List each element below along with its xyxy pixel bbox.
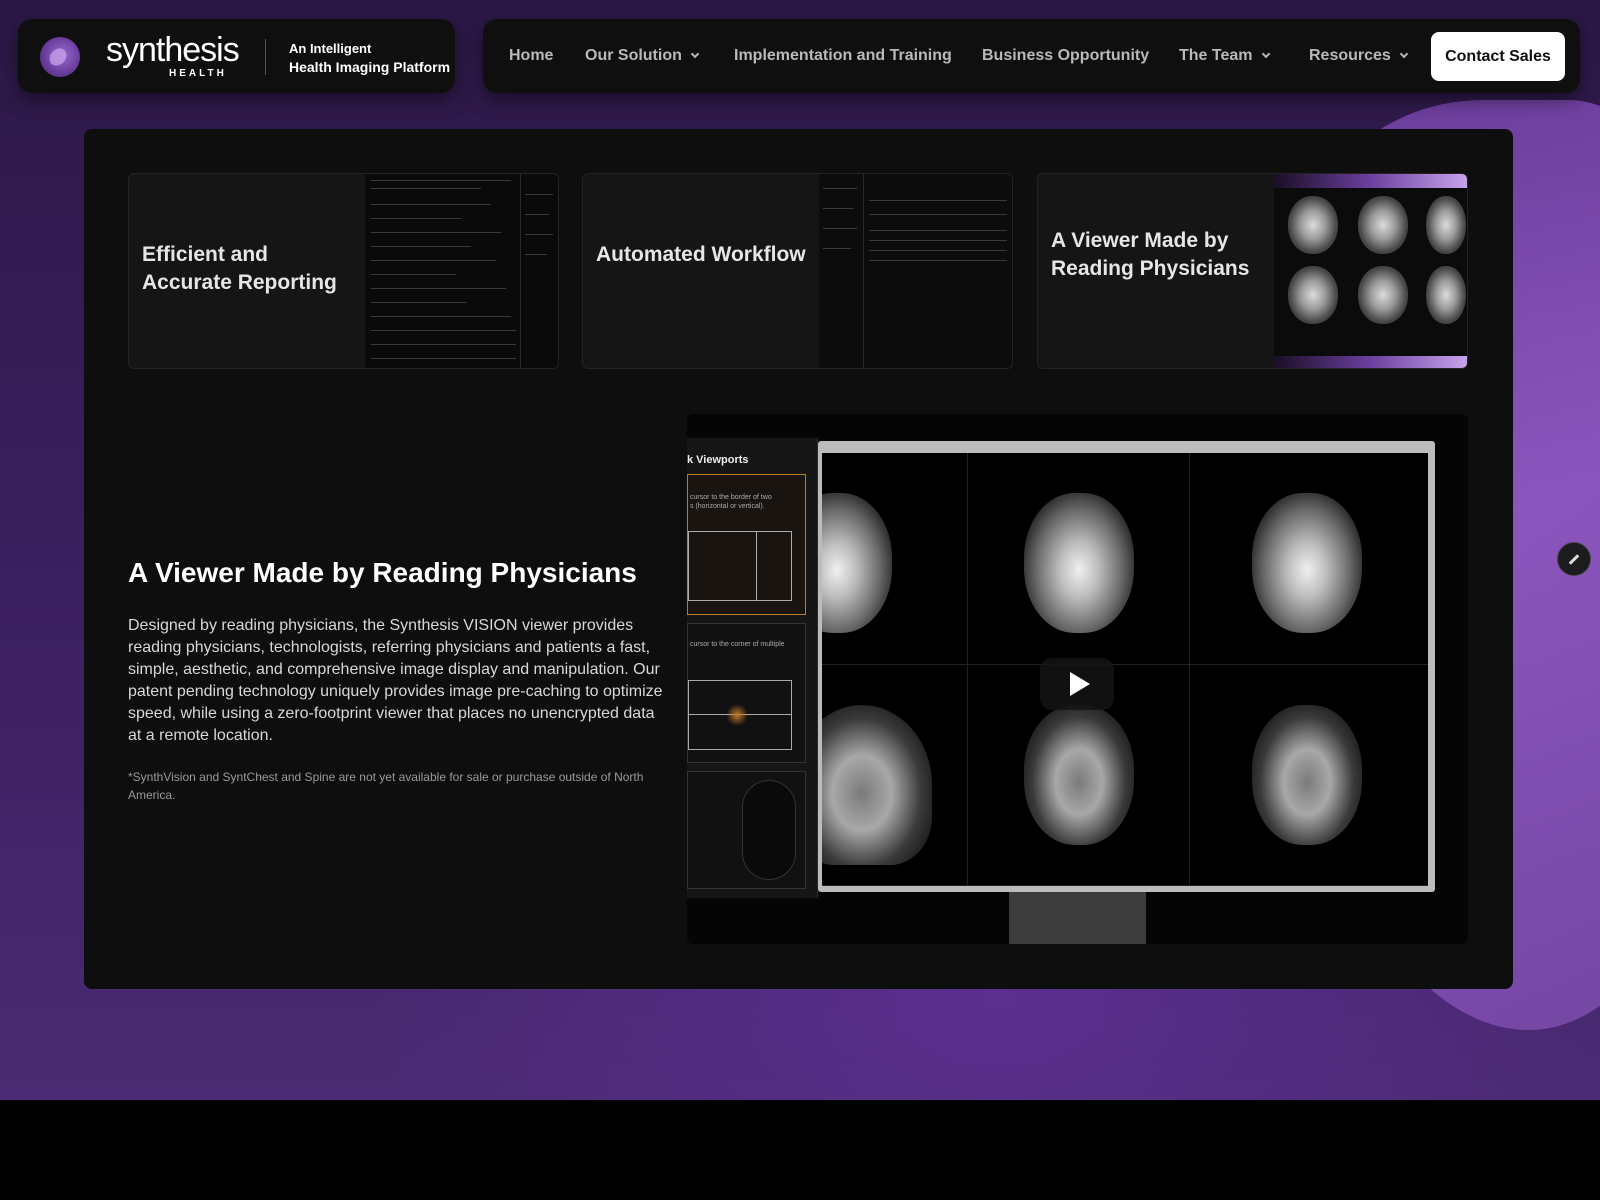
tagline-line-1: An Intelligent xyxy=(289,41,372,56)
nav-home-label: Home xyxy=(509,47,554,64)
contact-sales-button[interactable]: Contact Sales xyxy=(1431,32,1565,81)
card-title: Efficient and Accurate Reporting xyxy=(142,243,337,294)
nav-implementation-label: Implementation and Training xyxy=(734,47,952,64)
card-automated-workflow[interactable]: Automated Workflow xyxy=(582,173,1013,369)
card-title: Automated Workflow xyxy=(596,243,806,266)
tagline-line-2: Health Imaging Platform xyxy=(289,59,451,75)
viewport-tutorial-panel: k Viewports cursor to the border of two … xyxy=(687,438,818,898)
nav-business-opportunity[interactable]: Business Opportunity xyxy=(982,47,1149,65)
viewer-thumbnail-grid xyxy=(1274,174,1467,368)
nav-home[interactable]: Home xyxy=(509,47,553,65)
brand-divider xyxy=(265,39,266,75)
viewport-panel-title: k Viewports xyxy=(687,454,749,466)
viewer-screen xyxy=(822,453,1428,886)
card-title: A Viewer Made by Reading Physicians xyxy=(1051,229,1250,280)
nav-the-team[interactable]: The Team xyxy=(1179,47,1270,65)
nav-resources-label: Resources xyxy=(1309,47,1391,64)
scan-tile xyxy=(822,453,968,665)
footnote: *SynthVision and SyntChest and Spine are… xyxy=(128,770,644,802)
mouse-illustration xyxy=(687,771,806,889)
brand-header[interactable]: synthesis HEALTH An Intelligent Health I… xyxy=(18,19,455,93)
tagline: An Intelligent Health Imaging Platform xyxy=(289,41,450,75)
nav-our-solution-label: Our Solution xyxy=(585,47,682,64)
edit-icon[interactable] xyxy=(1557,542,1591,576)
chevron-down-icon xyxy=(1399,49,1409,59)
hint-text: s (horizontal or vertical). xyxy=(690,503,765,510)
logo-wordmark: synthesis xyxy=(106,31,240,69)
scan-tile xyxy=(1190,453,1428,665)
section-title: A Viewer Made by Reading Physicians xyxy=(128,557,637,588)
main-navigation: Home Our Solution Implementation and Tra… xyxy=(483,19,1580,93)
viewport-hint-box: cursor to the corner of multiple xyxy=(687,623,806,763)
section-body: Designed by reading physicians, the Synt… xyxy=(128,617,663,744)
scan-tile xyxy=(822,665,968,886)
nav-our-solution[interactable]: Our Solution xyxy=(585,47,700,65)
logo-subtext: HEALTH xyxy=(169,68,227,79)
scan-tile xyxy=(1190,665,1428,886)
play-icon[interactable] xyxy=(1040,658,1114,710)
nav-business-label: Business Opportunity xyxy=(982,47,1150,64)
hint-text: cursor to the border of two xyxy=(690,494,772,501)
brain-scan-thumb xyxy=(1426,266,1466,324)
nav-implementation-training[interactable]: Implementation and Training xyxy=(734,47,952,65)
brain-scan-thumb xyxy=(1288,266,1338,324)
brain-scan-thumb xyxy=(1426,196,1466,254)
brain-scan-thumb xyxy=(1358,196,1408,254)
feature-panel: Efficient and Accurate Reporting Automat… xyxy=(84,129,1513,989)
chevron-down-icon xyxy=(1261,49,1270,59)
reporting-screenshot xyxy=(365,174,558,368)
monitor xyxy=(818,441,1435,892)
workflow-screenshot xyxy=(819,174,1012,368)
viewer-demo-video[interactable]: k Viewports cursor to the border of two … xyxy=(687,414,1468,944)
viewport-hint-box: cursor to the border of two s (horizonta… xyxy=(687,474,806,615)
brain-scan-thumb xyxy=(1358,266,1408,324)
brain-scan-thumb xyxy=(1288,196,1338,254)
nav-resources[interactable]: Resources xyxy=(1309,47,1409,65)
card-efficient-reporting[interactable]: Efficient and Accurate Reporting xyxy=(128,173,559,369)
scan-tile xyxy=(968,453,1190,665)
synthesis-logo-icon xyxy=(40,37,80,77)
card-viewer[interactable]: A Viewer Made by Reading Physicians xyxy=(1037,173,1468,369)
monitor-stand xyxy=(1009,892,1146,944)
nav-the-team-label: The Team xyxy=(1179,47,1253,64)
chevron-down-icon xyxy=(690,49,700,59)
hint-text: cursor to the corner of multiple xyxy=(690,641,785,648)
